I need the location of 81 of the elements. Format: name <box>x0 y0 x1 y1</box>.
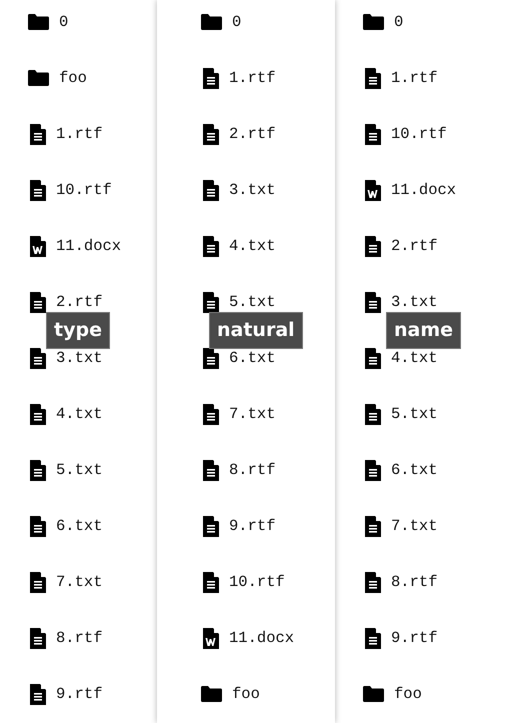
document-icon <box>203 124 219 145</box>
folder-icon <box>363 14 384 30</box>
document-icon <box>365 292 381 313</box>
document-icon <box>30 684 46 705</box>
file-name[interactable]: 7.txt <box>391 517 438 535</box>
document-icon <box>203 516 219 537</box>
document-icon <box>30 180 46 201</box>
file-name[interactable]: 0 <box>232 13 242 31</box>
file-name[interactable]: 10.rtf <box>56 181 112 199</box>
folder-icon <box>201 14 222 30</box>
file-name[interactable]: 5.txt <box>56 461 103 479</box>
document-icon <box>30 124 46 145</box>
file-name[interactable]: 1.rtf <box>56 125 103 143</box>
file-name[interactable]: 4.txt <box>391 349 438 367</box>
word-document-icon <box>365 180 381 201</box>
word-document-icon <box>30 236 46 257</box>
document-icon <box>30 572 46 593</box>
file-name[interactable]: 11.docx <box>56 237 122 255</box>
document-icon <box>30 460 46 481</box>
file-name[interactable]: 5.txt <box>391 405 438 423</box>
file-name[interactable]: 7.txt <box>56 573 103 591</box>
document-icon <box>203 572 219 593</box>
file-name[interactable]: 8.rtf <box>391 573 438 591</box>
file-name[interactable]: 11.docx <box>391 181 456 199</box>
file-name[interactable]: foo <box>394 685 422 703</box>
file-name[interactable]: 4.txt <box>56 405 103 423</box>
file-name[interactable]: 3.txt <box>229 181 276 199</box>
document-icon <box>30 348 46 369</box>
file-name[interactable]: 8.rtf <box>229 461 276 479</box>
file-name[interactable]: 8.rtf <box>56 629 103 647</box>
document-icon <box>30 516 46 537</box>
file-name[interactable]: 9.rtf <box>56 685 103 703</box>
sort-label-tooltip: natural <box>209 312 303 349</box>
sort-label-tooltip: type <box>46 312 110 349</box>
file-name[interactable]: 5.txt <box>229 293 276 311</box>
file-name[interactable]: 1.rtf <box>229 69 276 87</box>
document-icon <box>365 628 381 649</box>
file-name[interactable]: 6.txt <box>229 349 276 367</box>
document-icon <box>365 460 381 481</box>
document-icon <box>203 180 219 201</box>
document-icon <box>365 572 381 593</box>
file-name[interactable]: 6.txt <box>391 461 438 479</box>
document-icon <box>203 348 219 369</box>
folder-icon <box>28 70 49 86</box>
file-name[interactable]: 2.rtf <box>56 293 103 311</box>
document-icon <box>365 516 381 537</box>
folder-icon <box>201 686 222 702</box>
document-icon <box>30 292 46 313</box>
sort-label-tooltip: name <box>386 312 462 349</box>
document-icon <box>365 404 381 425</box>
file-name[interactable]: 0 <box>59 13 68 31</box>
word-document-icon <box>203 628 219 649</box>
document-icon <box>365 236 381 257</box>
file-name[interactable]: 1.rtf <box>391 69 438 87</box>
file-name[interactable]: 9.rtf <box>229 517 276 535</box>
file-name[interactable]: 3.txt <box>56 349 103 367</box>
file-name[interactable]: 6.txt <box>56 517 103 535</box>
document-icon <box>203 460 219 481</box>
file-name[interactable]: 4.txt <box>229 237 276 255</box>
folder-icon <box>28 14 49 30</box>
file-name[interactable]: 0 <box>394 13 404 31</box>
document-icon <box>203 236 219 257</box>
folder-icon <box>363 686 384 702</box>
document-icon <box>30 628 46 649</box>
document-icon <box>365 348 381 369</box>
document-icon <box>365 124 381 145</box>
file-name[interactable]: foo <box>59 69 87 87</box>
file-name[interactable]: 10.rtf <box>229 573 285 591</box>
file-name[interactable]: 11.docx <box>229 629 294 647</box>
file-name[interactable]: 3.txt <box>391 293 438 311</box>
file-name[interactable]: 2.rtf <box>391 237 438 255</box>
document-icon <box>203 68 219 89</box>
file-name[interactable]: 7.txt <box>229 405 276 423</box>
document-icon <box>203 404 219 425</box>
document-icon <box>30 404 46 425</box>
file-name[interactable]: 10.rtf <box>391 125 447 143</box>
file-name[interactable]: 9.rtf <box>391 629 438 647</box>
file-name[interactable]: 2.rtf <box>229 125 276 143</box>
document-icon <box>365 68 381 89</box>
file-name[interactable]: foo <box>232 685 260 703</box>
document-icon <box>203 292 219 313</box>
